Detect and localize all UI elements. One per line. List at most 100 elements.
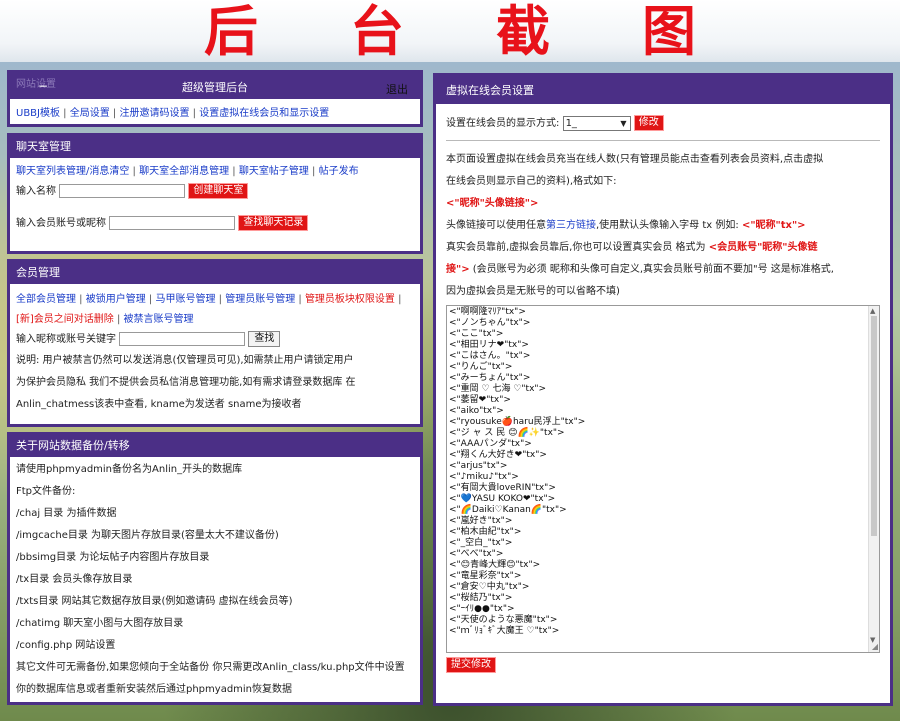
chatroom-links: 聊天室列表管理/消息清空 | 聊天室全部消息管理 | 聊天室帖子管理 | 帖子发…: [16, 166, 359, 177]
virtual-member-entry: <"べべ"tx">: [449, 549, 504, 559]
create-chatroom-button[interactable]: 创建聊天室: [188, 183, 249, 199]
avatar-line: 头像链接可以使用任意第三方链接,使用默认头像输入字母 tx 例如: <"昵称"t…: [446, 215, 880, 237]
virtual-member-entry: <"啊啊隆ﾏﾘｱ"tx">: [449, 307, 526, 317]
virtual-member-entry: <"こはさん。"tx">: [449, 351, 531, 361]
submit-button[interactable]: 提交修改: [446, 657, 496, 673]
backup-line: /bbsimg目录 为论坛帖子内容图片存放目录: [16, 552, 210, 563]
backup-line: 请使用phpmyadmin备份名为Anlin_开头的数据库: [16, 464, 243, 475]
virtual-member-entry: <"ｰｲﾘ●●"tx">: [449, 604, 515, 614]
admin-header-panel: 网站设置 − 超级管理后台 退出 UBBJ模板 | 全局设置 | 注册邀请码设置…: [7, 70, 423, 127]
real-format-example-end: 接">: [446, 264, 470, 275]
members-links-row1: 全部会员管理 | 被锁用户管理 | 马甲账号管理 | 管理员账号管理 | 管理员…: [16, 294, 402, 305]
virtual-members-panel: 虚拟在线会员设置 设置在线会员的显示方式: 1_ ▼ 修改 本页面设置虚拟在线会员…: [433, 73, 893, 706]
link-admin-accounts[interactable]: 管理员账号管理: [225, 294, 295, 305]
scrollbar-thumb[interactable]: [871, 316, 877, 536]
real-text-b: (会员账号为必须 昵称和头像可自定义,真实会员账号前面不要加"号 这是标准格式,: [469, 264, 834, 275]
virtual-member-entry: <"天使のような悪魔"tx">: [449, 615, 558, 625]
link-vest-accounts[interactable]: 马甲账号管理: [155, 294, 215, 305]
display-mode-value: 1_: [565, 117, 577, 129]
textarea-scrollbar[interactable]: ▲ ▼: [868, 306, 879, 652]
third-party-link[interactable]: 第三方链接: [546, 220, 596, 231]
chatroom-heading: 聊天室管理: [10, 136, 420, 158]
members-panel: 会员管理 全部会员管理 | 被锁用户管理 | 马甲账号管理 | 管理员账号管理 …: [7, 259, 423, 427]
virtual-member-entry: <"ノンちゃん"tx">: [449, 318, 531, 328]
virtual-desc-2: 在线会员则显示自己的资料),格式如下:: [446, 176, 617, 187]
logout-link[interactable]: 退出: [386, 81, 408, 97]
link-locked-users[interactable]: 被锁用户管理: [86, 294, 146, 305]
backup-line: /chatimg 聊天室小图与大图存放目录: [16, 618, 184, 629]
find-chat-records-button[interactable]: 查找聊天记录: [238, 215, 309, 231]
chatroom-name-input[interactable]: [59, 184, 186, 198]
virtual-member-entry: <"arjus"tx">: [449, 461, 508, 471]
display-mode-label: 设置在线会员的显示方式:: [446, 118, 560, 129]
virtual-member-entry: <"嵐好き"tx">: [449, 516, 513, 526]
backup-heading: 关于网站数据备份/转移: [10, 435, 420, 457]
avatar-text-a: 头像链接可以使用任意: [446, 220, 546, 231]
members-note-2: 为保护会员隐私 我们不提供会员私信消息管理功能,如有需求请登录数据库 在: [16, 377, 356, 388]
chatroom-panel: 聊天室管理 聊天室列表管理/消息清空 | 聊天室全部消息管理 | 聊天室帖子管理…: [7, 133, 423, 254]
backup-panel: 关于网站数据备份/转移 请使用phpmyadmin备份名为Anlin_开头的数据…: [7, 432, 423, 705]
link-ubbj-template[interactable]: UBBJ模板: [16, 108, 60, 119]
real-member-line-3: 因为虚拟会员是无账号的可以省略不填): [446, 286, 620, 297]
backup-line: /tx目录 会员头像存放目录: [16, 574, 133, 585]
format-example: <"昵称"头像链接">: [446, 198, 539, 209]
link-delete-conversations[interactable]: [新]会员之间对话删除: [16, 314, 114, 325]
members-body: 全部会员管理 | 被锁用户管理 | 马甲账号管理 | 管理员账号管理 | 管理员…: [10, 284, 420, 420]
virtual-member-entry: <"桜結乃"tx">: [449, 593, 513, 603]
link-global-settings[interactable]: 全局设置: [70, 108, 110, 119]
chevron-down-icon: ▼: [620, 118, 627, 128]
link-chatroom-messages[interactable]: 聊天室全部消息管理: [139, 166, 229, 177]
virtual-member-entry: <"AAAパンダ"tx">: [449, 439, 532, 449]
modify-button[interactable]: 修改: [633, 115, 664, 131]
avatar-example: <"昵称"tx">: [741, 220, 806, 231]
member-search-input[interactable]: [109, 216, 236, 230]
real-member-line-2: 接"> (会员账号为必须 昵称和头像可自定义,真实会员账号前面不要加"号 这是标…: [446, 259, 880, 281]
virtual-member-entry: <"ジ ャ ス 民 😊🌈✨"tx">: [449, 428, 565, 438]
divider: [446, 140, 880, 141]
member-search-button[interactable]: 查找: [248, 331, 281, 347]
virtual-member-entry: <"😊青峰大輝😊"tx">: [449, 560, 541, 570]
site-settings-links: UBBJ模板 | 全局设置 | 注册邀请码设置 | 设置虚拟在线会员和显示设置: [16, 108, 330, 119]
link-virtual-online-settings[interactable]: 设置虚拟在线会员和显示设置: [199, 108, 329, 119]
admin-title: 超级管理后台: [182, 81, 248, 94]
backup-line: 其它文件可无需备份,如果您倾向于全站备份 你只需更改Anlin_class/ku…: [16, 662, 405, 673]
link-admin-permissions[interactable]: 管理员板块权限设置: [305, 294, 395, 305]
members-note-1: 说明: 用户被禁言仍然可以发送消息(仅管理员可见),如需禁止用户请锁定用户: [16, 355, 354, 366]
backup-line: /chaj 目录 为插件数据: [16, 508, 117, 519]
member-keyword-input[interactable]: [119, 332, 246, 346]
virtual-desc-1: 本页面设置虚拟在线会员充当在线人数(只有管理员能点击查看列表会员资料,点击虚拟: [446, 154, 824, 165]
virtual-member-entry: <"竜星彩奈"tx">: [449, 571, 522, 581]
resize-grip-icon[interactable]: ◢: [872, 641, 878, 652]
link-chatroom-list[interactable]: 聊天室列表管理/消息清空: [16, 166, 129, 177]
real-member-line-1: 真实会员靠前,虚拟会员靠后,你也可以设置真实会员 格式为 <会员账号"昵称"头像…: [446, 237, 880, 259]
keyword-label: 输入昵称或账号关键字: [16, 334, 116, 345]
members-heading: 会员管理: [10, 262, 420, 284]
virtual-member-entry: <"翔くん大好き❤"tx">: [449, 450, 547, 460]
virtual-member-entry: <"ryousuke🍎haru民浮上"tx">: [449, 417, 586, 427]
avatar-text-b: ,使用默认头像输入字母 tx 例如:: [596, 220, 742, 231]
virtual-member-entry: <"aiko"tx">: [449, 406, 504, 416]
backup-body: 请使用phpmyadmin备份名为Anlin_开头的数据库 Ftp文件备份: /…: [10, 457, 420, 705]
display-mode-select[interactable]: 1_ ▼: [562, 115, 631, 131]
virtual-member-entry: <"みーちょん"tx">: [449, 373, 531, 383]
virtual-member-entry: <"_空白_"tx">: [449, 538, 513, 548]
chatroom-body: 聊天室列表管理/消息清空 | 聊天室全部消息管理 | 聊天室帖子管理 | 帖子发…: [10, 158, 420, 238]
backup-line: /imgcache目录 为聊天图片存放目录(容量太大不建议备份): [16, 530, 279, 541]
backup-line: /txts目录 网站其它数据存放目录(例如邀请码 虚拟在线会员等): [16, 596, 293, 607]
virtual-member-entry: <"🌈Daiki♡Kanan🌈"tx">: [449, 505, 567, 515]
members-note-3: Anlin_chatmess该表中查看, kname为发送者 sname为接收者: [16, 399, 302, 410]
link-invite-code-settings[interactable]: 注册邀请码设置: [119, 108, 189, 119]
link-all-members[interactable]: 全部会员管理: [16, 294, 76, 305]
link-post-publish[interactable]: 帖子发布: [319, 166, 359, 177]
link-muted-accounts[interactable]: 被禁言账号管理: [124, 314, 194, 325]
backup-line: Ftp文件备份:: [16, 486, 76, 497]
member-label: 输入会员账号或昵称: [16, 218, 106, 229]
name-label: 输入名称: [16, 186, 56, 197]
link-chatroom-posts[interactable]: 聊天室帖子管理: [239, 166, 309, 177]
virtual-member-entry: <"ここ"tx">: [449, 329, 504, 339]
virtual-heading: 虚拟在线会员设置: [436, 76, 890, 104]
virtual-member-entry: <"ｍﾞﾘｮﾞｷﾞ大魔王 ♡"tx">: [449, 626, 560, 636]
virtual-member-entry: <"倉安♡中丸"tx">: [449, 582, 530, 592]
virtual-members-textarea[interactable]: <"啊啊隆ﾏﾘｱ"tx"> <"ノンちゃん"tx"> <"ここ"tx"> <"相田リナ…: [446, 305, 880, 653]
banner-title: 后台截图: [204, 0, 788, 63]
